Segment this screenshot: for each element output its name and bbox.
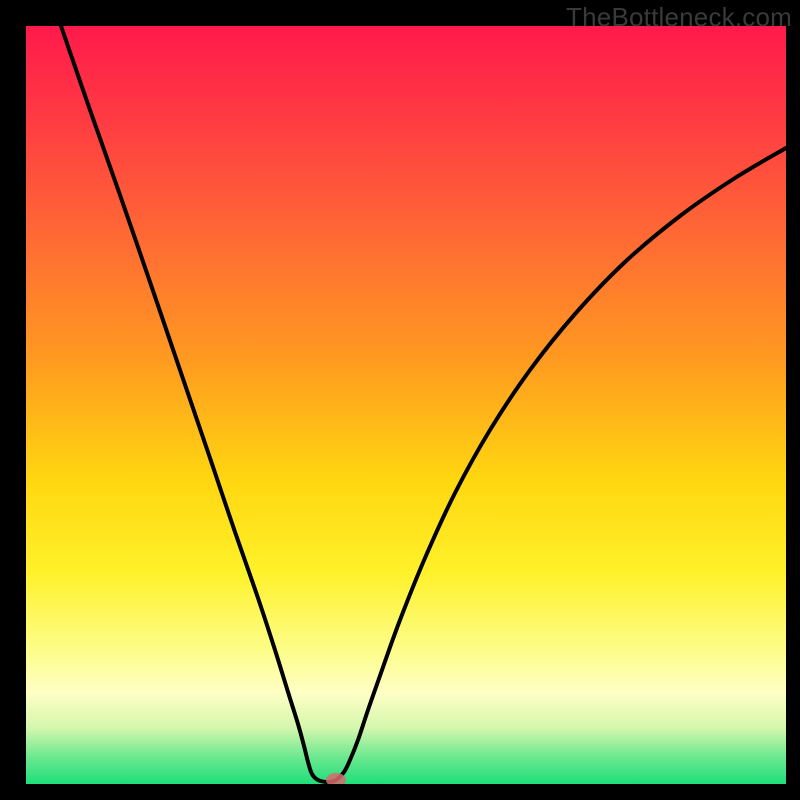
chart-svg [0, 0, 800, 800]
chart-container: TheBottleneck.com [0, 0, 800, 800]
watermark-text: TheBottleneck.com [566, 2, 792, 33]
optimum-marker [326, 773, 346, 787]
heat-background [26, 26, 786, 784]
